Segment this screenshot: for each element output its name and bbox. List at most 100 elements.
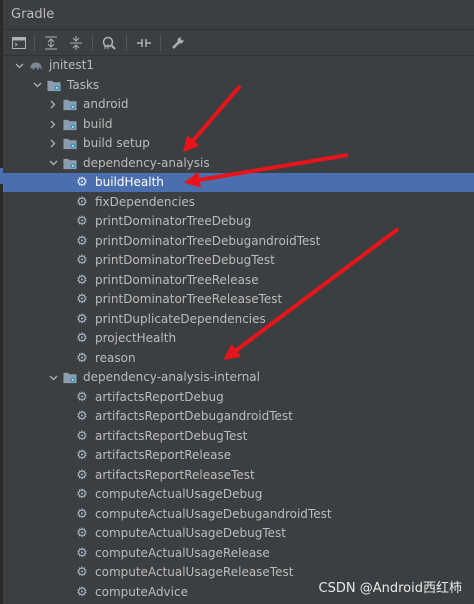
analyze-dependencies-icon[interactable] bbox=[100, 33, 120, 53]
task-row[interactable]: ⚙ printDominatorTreeReleaseTest bbox=[3, 290, 474, 309]
tree-node-row[interactable]: build bbox=[3, 115, 474, 134]
tree-node-label: printDominatorTreeRelease bbox=[95, 272, 259, 287]
task-gear-icon: ⚙ bbox=[76, 331, 88, 346]
task-gear-icon: ⚙ bbox=[76, 428, 88, 444]
toolbar-separator bbox=[92, 35, 93, 51]
tree-node-label: computeActualUsageDebugTest bbox=[95, 526, 287, 540]
task-gear-icon: ⚙ bbox=[76, 526, 88, 541]
tree-node-row[interactable]: Tasks bbox=[3, 76, 474, 95]
chevron-down-icon[interactable] bbox=[13, 60, 25, 72]
tree-node-label: Tasks bbox=[67, 77, 100, 92]
task-gear-icon: ⚙ bbox=[76, 253, 88, 268]
task-row[interactable]: ⚙ artifactsReportRelease bbox=[3, 446, 474, 465]
tree-node-label: computeActualUsageDebugandroidTest bbox=[95, 506, 332, 521]
task-gear-icon: ⚙ bbox=[76, 292, 88, 307]
run-tasks-icon[interactable] bbox=[9, 33, 29, 53]
chevron-right-icon[interactable] bbox=[47, 138, 59, 150]
task-row[interactable]: ⚙ printDominatorTreeDebugandroidTest bbox=[3, 232, 474, 251]
collapse-all-icon[interactable] bbox=[66, 33, 86, 53]
task-gear-icon: ⚙ bbox=[76, 350, 88, 366]
toolbar-separator bbox=[34, 35, 35, 51]
task-row[interactable]: ⚙ computeActualUsageDebugTest bbox=[3, 524, 474, 543]
chevron-down-icon[interactable] bbox=[47, 157, 59, 169]
tree-node-row[interactable]: android bbox=[3, 95, 474, 114]
task-row[interactable]: ⚙ printDominatorTreeDebug bbox=[3, 212, 474, 231]
tree-node-label: artifactsReportRelease bbox=[95, 448, 232, 462]
tree-node-row[interactable]: build setup bbox=[3, 134, 474, 153]
task-group-folder-icon bbox=[47, 78, 61, 92]
task-group-folder-icon bbox=[63, 98, 77, 112]
chevron-right-icon[interactable] bbox=[47, 99, 59, 111]
task-row[interactable]: ⚙ artifactsReportReleaseTest bbox=[3, 466, 474, 485]
task-group-folder-icon bbox=[63, 371, 77, 385]
tree-node-label: printDuplicateDependencies bbox=[95, 311, 266, 326]
tree-node-label: buildHealth bbox=[95, 175, 164, 189]
tree-node-label: artifactsReportReleaseTest bbox=[95, 467, 255, 482]
tree-node-label: artifactsReportDebugTest bbox=[95, 428, 248, 443]
task-gear-icon: ⚙ bbox=[76, 175, 88, 190]
tree-node-label: printDominatorTreeDebug bbox=[95, 214, 252, 228]
task-gear-icon: ⚙ bbox=[76, 311, 88, 327]
chevron-down-icon[interactable] bbox=[47, 372, 59, 384]
tree-node-label: artifactsReportDebug bbox=[95, 389, 224, 404]
task-row[interactable]: ⚙ fixDependencies bbox=[3, 193, 474, 212]
tree-node-label: android bbox=[83, 97, 129, 111]
task-group-folder-icon bbox=[63, 137, 77, 151]
tree-node-row[interactable]: dependency-analysis-internal bbox=[3, 368, 474, 387]
tool-window-header: Gradle bbox=[3, 0, 474, 30]
tree-node-label: artifactsReportDebugandroidTest bbox=[95, 409, 293, 423]
task-group-folder-icon bbox=[63, 117, 77, 131]
task-gear-icon: ⚙ bbox=[76, 565, 88, 580]
task-row[interactable]: ⚙ computeActualUsageRelease bbox=[3, 544, 474, 563]
tree-node-label: build setup bbox=[83, 136, 150, 150]
panel-title: Gradle bbox=[11, 7, 55, 22]
tree-node-label: computeActualUsageReleaseTest bbox=[95, 565, 294, 579]
task-row[interactable]: ⚙ printDuplicateDependencies bbox=[3, 310, 474, 329]
chevron-down-icon[interactable] bbox=[31, 79, 43, 91]
task-gear-icon: ⚙ bbox=[76, 272, 88, 288]
task-gear-icon: ⚙ bbox=[76, 487, 88, 502]
task-row[interactable]: ⚙ printDominatorTreeRelease bbox=[3, 271, 474, 290]
tree-node-label: computeAdvice bbox=[95, 584, 188, 599]
tree-node-label: printDominatorTreeDebugTest bbox=[95, 253, 275, 267]
tree-node-row[interactable]: dependency-analysis bbox=[3, 154, 474, 173]
task-row[interactable]: ⚙ artifactsReportDebugTest bbox=[3, 427, 474, 446]
tree-node-label: printDominatorTreeReleaseTest bbox=[95, 292, 283, 306]
task-group-folder-icon bbox=[63, 156, 77, 170]
watermark-text: CSDN @Android西红柿 bbox=[318, 581, 462, 596]
task-gear-icon: ⚙ bbox=[76, 389, 88, 405]
task-row[interactable]: ⚙ computeActualUsageDebug bbox=[3, 485, 474, 504]
gradle-task-tree: jnitest1 Tasks android build build setup depe… bbox=[3, 56, 474, 604]
toolbar-separator bbox=[160, 35, 161, 51]
tree-node-label: build bbox=[83, 116, 113, 131]
task-row[interactable]: ⚙ projectHealth bbox=[3, 329, 474, 348]
task-row[interactable]: ⚙ artifactsReportDebug bbox=[3, 388, 474, 407]
task-gear-icon: ⚙ bbox=[76, 448, 88, 463]
task-gear-icon: ⚙ bbox=[76, 233, 88, 249]
task-row[interactable]: ⚙ printDominatorTreeDebugTest bbox=[3, 251, 474, 270]
tree-node-row[interactable]: jnitest1 bbox=[3, 56, 474, 75]
tree-node-label: fixDependencies bbox=[95, 194, 196, 209]
tree-node-label: projectHealth bbox=[95, 331, 177, 345]
gradle-elephant-icon bbox=[29, 59, 43, 73]
task-gear-icon: ⚙ bbox=[76, 214, 88, 229]
task-gear-icon: ⚙ bbox=[76, 194, 88, 210]
tree-node-label: printDominatorTreeDebugandroidTest bbox=[95, 233, 321, 248]
task-gear-icon: ⚙ bbox=[76, 409, 88, 424]
task-row[interactable]: ⚙ artifactsReportDebugandroidTest bbox=[3, 407, 474, 426]
tree-node-label: dependency-analysis-internal bbox=[83, 370, 260, 384]
task-row[interactable]: ⚙ reason bbox=[3, 349, 474, 368]
task-gear-icon: ⚙ bbox=[76, 467, 88, 483]
toggle-offline-icon[interactable] bbox=[134, 33, 154, 53]
toolbar bbox=[3, 30, 474, 56]
tree-node-label: jnitest1 bbox=[49, 58, 94, 72]
settings-wrench-icon[interactable] bbox=[168, 33, 188, 53]
task-row[interactable]: ⚙ buildHealth bbox=[3, 173, 474, 192]
tree-node-label: reason bbox=[95, 350, 136, 365]
task-gear-icon: ⚙ bbox=[76, 545, 88, 561]
task-gear-icon: ⚙ bbox=[76, 584, 88, 600]
expand-all-icon[interactable] bbox=[41, 33, 61, 53]
task-row[interactable]: ⚙ computeActualUsageDebugandroidTest bbox=[3, 505, 474, 524]
chevron-right-icon[interactable] bbox=[47, 118, 59, 130]
task-gear-icon: ⚙ bbox=[76, 506, 88, 522]
